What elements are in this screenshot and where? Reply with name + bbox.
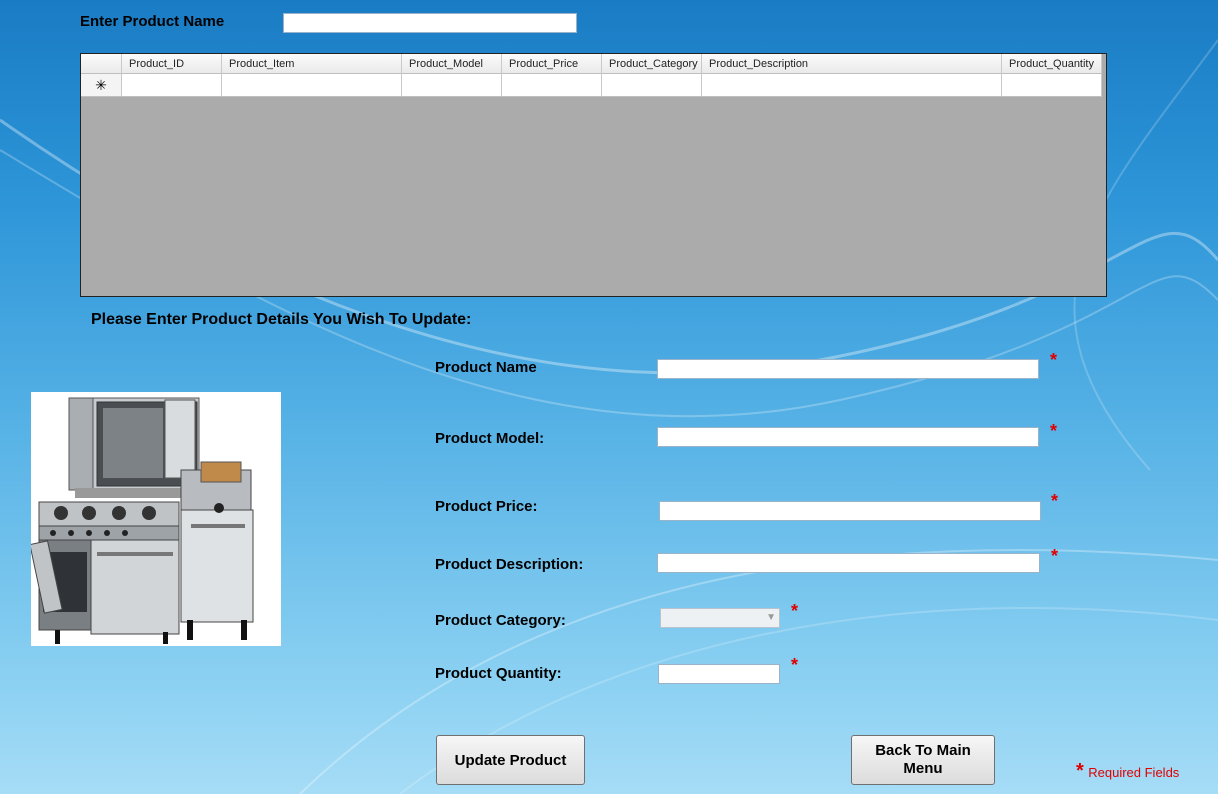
search-input[interactable]: [283, 13, 577, 33]
column-product-quantity[interactable]: Product_Quantity: [1002, 54, 1102, 74]
required-legend-text: Required Fields: [1088, 765, 1180, 780]
column-product-item[interactable]: Product_Item: [222, 54, 402, 74]
required-asterisk-description: *: [1051, 546, 1059, 566]
column-product-model[interactable]: Product_Model: [402, 54, 502, 74]
grid-corner: [81, 54, 122, 74]
cell-product-category[interactable]: [602, 74, 702, 97]
cell-product-price[interactable]: [502, 74, 602, 97]
cell-product-quantity[interactable]: [1002, 74, 1102, 97]
column-product-category[interactable]: Product_Category: [602, 54, 702, 74]
product-name-input[interactable]: [657, 359, 1039, 379]
back-to-main-menu-button[interactable]: Back To Main Menu: [851, 735, 995, 785]
product-price-label: Product Price:: [435, 498, 538, 515]
product-model-label: Product Model:: [435, 430, 545, 447]
cell-product-id[interactable]: [122, 74, 222, 97]
new-row-icon[interactable]: ✳: [81, 74, 122, 97]
product-model-input[interactable]: [657, 427, 1039, 447]
cell-product-item[interactable]: [222, 74, 402, 97]
required-asterisk-model: *: [1050, 421, 1058, 441]
required-asterisk-price: *: [1051, 491, 1059, 511]
column-product-price[interactable]: Product_Price: [502, 54, 602, 74]
table-row-new[interactable]: ✳: [81, 74, 1102, 97]
product-quantity-input[interactable]: [658, 664, 780, 684]
column-product-description[interactable]: Product_Description: [702, 54, 1002, 74]
product-price-input[interactable]: [659, 501, 1041, 521]
required-asterisk-name: *: [1050, 350, 1058, 370]
required-legend-asterisk: *: [1076, 760, 1084, 782]
product-name-label: Product Name: [435, 359, 537, 376]
column-product-id[interactable]: Product_ID: [122, 54, 222, 74]
cell-product-model[interactable]: [402, 74, 502, 97]
product-category-label: Product Category:: [435, 612, 566, 629]
required-asterisk-category: *: [791, 601, 799, 621]
grid-header: Product_ID Product_Item Product_Model Pr…: [81, 54, 1102, 74]
product-category-select[interactable]: ▼: [660, 608, 780, 628]
update-product-button[interactable]: Update Product: [436, 735, 585, 785]
cell-product-description[interactable]: [702, 74, 1002, 97]
required-asterisk-quantity: *: [791, 655, 799, 675]
form-instructions: Please Enter Product Details You Wish To…: [91, 311, 472, 328]
product-quantity-label: Product Quantity:: [435, 665, 562, 682]
product-image: [29, 392, 281, 646]
product-description-input[interactable]: [657, 553, 1040, 573]
search-label: Enter Product Name: [80, 13, 225, 30]
chevron-down-icon[interactable]: ▼: [766, 612, 776, 623]
products-grid[interactable]: Product_ID Product_Item Product_Model Pr…: [80, 53, 1107, 297]
product-description-label: Product Description:: [435, 556, 584, 573]
required-fields-legend: * Required Fields: [1076, 760, 1179, 783]
